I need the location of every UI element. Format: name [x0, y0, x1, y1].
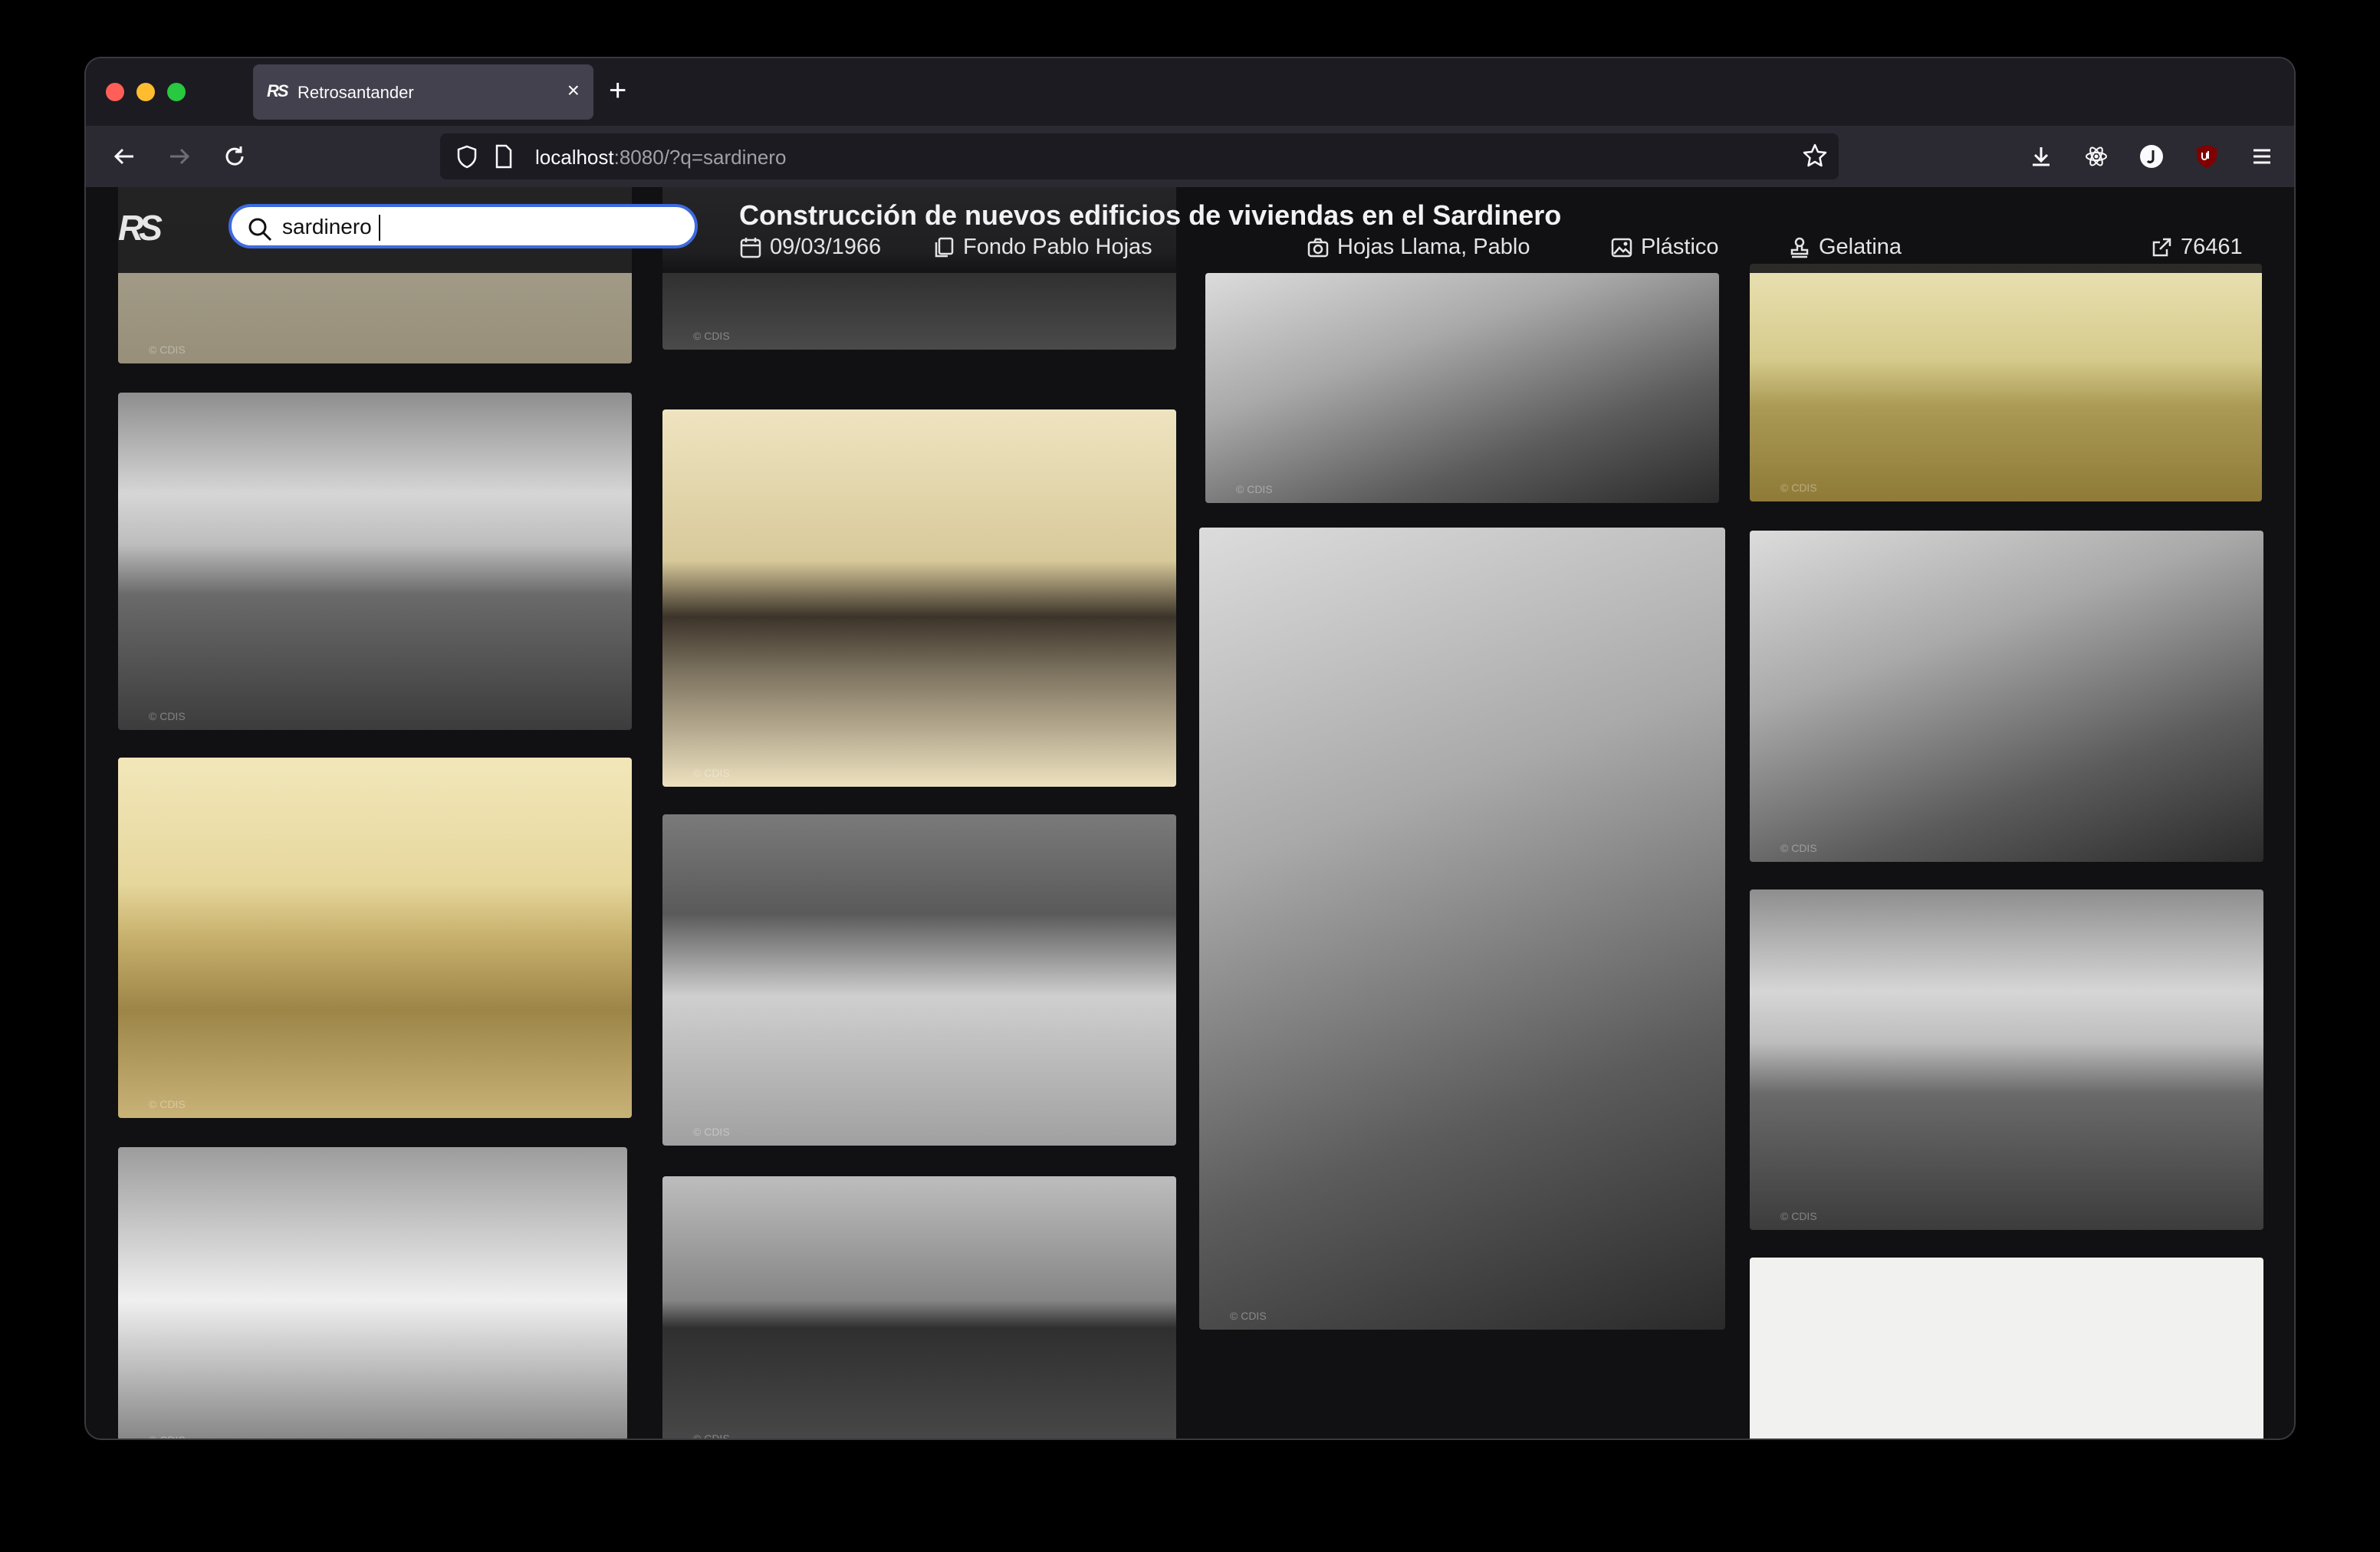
- search-icon: [248, 218, 272, 242]
- photo-thumbnail[interactable]: [662, 409, 1176, 787]
- star-icon[interactable]: [1802, 143, 1828, 169]
- extension-button[interactable]: [2078, 138, 2115, 175]
- app-logo[interactable]: RS: [118, 207, 163, 248]
- photo-thumbnail[interactable]: [662, 814, 1176, 1146]
- menu-button[interactable]: [2244, 138, 2280, 175]
- text-caret: [379, 215, 380, 241]
- calendar-icon: [740, 237, 761, 258]
- arrow-right-icon: [170, 148, 190, 165]
- photo-thumbnail[interactable]: [1750, 1258, 2263, 1439]
- reload-icon: [225, 146, 244, 166]
- close-window-button[interactable]: [106, 83, 124, 101]
- tab-title: Retrosantander: [298, 83, 414, 102]
- photo-title: Construcción de nuevos edificios de vivi…: [739, 199, 1562, 231]
- downloads-button[interactable]: [2023, 138, 2059, 175]
- shield-icon[interactable]: [455, 144, 478, 169]
- account-icon: [2140, 145, 2163, 168]
- photo-author-text: Hojas Llama, Pablo: [1337, 235, 1530, 259]
- ublock-button[interactable]: [2188, 138, 2225, 175]
- copy-icon: [935, 237, 954, 257]
- photo-thumbnail[interactable]: [1750, 531, 2263, 862]
- back-button[interactable]: [106, 138, 143, 175]
- maximize-window-button[interactable]: [167, 83, 186, 101]
- photo-thumbnail[interactable]: [1199, 528, 1725, 1330]
- url-bar[interactable]: localhost:8080/?q=sardinero: [440, 133, 1839, 179]
- photo-process[interactable]: Gelatina: [1788, 235, 1902, 260]
- search-input[interactable]: [282, 215, 666, 239]
- photo-id-text: 76461: [2181, 235, 2243, 259]
- reload-button[interactable]: [216, 138, 253, 175]
- favicon-icon: RS: [267, 81, 289, 100]
- new-tab-button[interactable]: +: [609, 74, 626, 107]
- atom-icon: [2086, 146, 2107, 166]
- browser-window: RS Retrosantander × + localhost:8080/?q=…: [86, 58, 2294, 1439]
- external-link-icon: [2152, 238, 2171, 256]
- photo-collection-text: Fondo Pablo Hojas: [963, 235, 1152, 259]
- photo-thumbnail[interactable]: [118, 758, 632, 1118]
- photo-thumbnail[interactable]: [118, 1147, 627, 1439]
- photo-id-link[interactable]: 76461: [2150, 235, 2243, 260]
- hamburger-menu-icon: [2253, 149, 2270, 164]
- close-tab-button[interactable]: ×: [567, 78, 580, 103]
- photo-thumbnail[interactable]: [662, 1176, 1176, 1439]
- photo-process-text: Gelatina: [1819, 235, 1902, 259]
- camera-icon: [1307, 238, 1329, 257]
- photo-support-text: Plástico: [1641, 235, 1719, 259]
- page-icon[interactable]: [494, 144, 514, 169]
- ublock-icon: [2197, 145, 2217, 168]
- arrow-left-icon: [113, 148, 133, 165]
- photo-collection[interactable]: Fondo Pablo Hojas: [932, 235, 1152, 260]
- download-icon: [2033, 147, 2050, 166]
- photo-thumbnail[interactable]: [1205, 273, 1719, 503]
- photo-thumbnail[interactable]: [1750, 889, 2263, 1230]
- app-header: RS Construcción de nuevos edificios de v…: [86, 187, 2294, 273]
- minimize-window-button[interactable]: [136, 83, 155, 101]
- photo-author[interactable]: Hojas Llama, Pablo: [1307, 235, 1530, 260]
- tab-strip: RS Retrosantander × +: [86, 58, 2294, 126]
- account-button[interactable]: [2133, 138, 2170, 175]
- page-content: RS Construcción de nuevos edificios de v…: [86, 187, 2294, 1439]
- photo-thumbnail[interactable]: [118, 393, 632, 730]
- forward-button[interactable]: [161, 138, 198, 175]
- tab-retrosantander[interactable]: RS Retrosantander ×: [253, 64, 593, 120]
- photo-thumbnail[interactable]: [1750, 264, 2262, 501]
- photo-support[interactable]: Plástico: [1610, 235, 1719, 260]
- url-text[interactable]: localhost:8080/?q=sardinero: [535, 146, 786, 169]
- image-icon: [1611, 238, 1632, 257]
- photo-date: 09/03/1966: [739, 235, 881, 260]
- navigation-bar: localhost:8080/?q=sardinero: [86, 126, 2294, 187]
- stamp-icon: [1790, 237, 1809, 258]
- search-box[interactable]: [228, 204, 698, 248]
- photo-date-text: 09/03/1966: [770, 235, 882, 259]
